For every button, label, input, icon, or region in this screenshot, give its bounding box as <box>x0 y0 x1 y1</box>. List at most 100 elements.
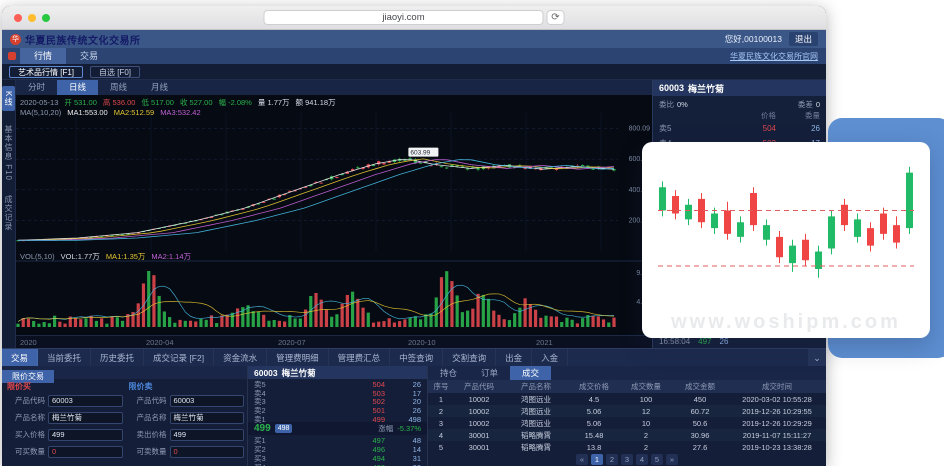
deals-column-header: 成交价格 <box>568 381 620 392</box>
bottom-tab[interactable]: 成交记录 [F2] <box>144 349 214 366</box>
ask-row[interactable]: 卖550426 <box>653 121 826 136</box>
weibi-row: 委比0% 委差0 <box>653 96 826 109</box>
nav-item[interactable]: 交易 <box>66 48 112 64</box>
bottom-tab[interactable]: 资金流水 <box>214 349 267 366</box>
mini-ask-row[interactable]: 卖550426 <box>248 379 427 388</box>
app-header: 华 华夏民族传统文化交易所 您好,00100013 退出 <box>2 30 826 48</box>
mini-ask-row[interactable]: 卖350220 <box>248 396 427 405</box>
avg-price-badge: 498 <box>275 424 293 433</box>
buy-form-input[interactable]: 梅兰竹菊 <box>48 412 123 424</box>
logout-button[interactable]: 退出 <box>789 32 818 46</box>
sell-form-input[interactable]: 梅兰竹菊 <box>170 412 245 424</box>
url-input[interactable]: jiaoyi.com <box>264 10 544 25</box>
bottom-tab[interactable]: 管理费汇总 <box>329 349 391 366</box>
current-price-row: 499 498 涨幅 -5.37% <box>248 422 427 435</box>
page-button[interactable]: 5 <box>651 454 663 465</box>
next-page-icon[interactable]: » <box>666 454 678 465</box>
screenshot-stage: jiaoyi.com ⟳ 华 华夏民族传统文化交易所 您好,00100013 退… <box>0 0 944 466</box>
table-row[interactable]: 530001韬略腾霄 13.8227.6 2019-10-23 13:38:28 <box>428 441 826 453</box>
sell-form-row: 可卖数量 0 <box>127 443 245 460</box>
kline-popup-card: www.woshipm.com <box>642 142 930 338</box>
buy-form-input[interactable]: 499 <box>48 429 123 441</box>
sell-form-input[interactable]: 499 <box>170 429 245 441</box>
bottom-tab[interactable]: 当前委托 <box>38 349 91 366</box>
product-name: 梅兰竹菊 <box>688 82 724 95</box>
sidebar-item[interactable]: 基本信息 F10 <box>3 125 14 181</box>
page-button[interactable]: 4 <box>636 454 648 465</box>
period-tab[interactable]: 分时 <box>16 80 57 95</box>
deals-tab[interactable]: 订单 <box>469 366 510 380</box>
refresh-icon[interactable]: ⟳ <box>547 10 565 25</box>
bottom-tab[interactable]: 中签查询 <box>390 349 443 366</box>
svg-text:603.99: 603.99 <box>410 150 430 157</box>
svg-text:800.09: 800.09 <box>629 126 651 133</box>
mini-ask-ladder: 卖550426 卖450317 卖350220 卖250126 <box>248 379 427 422</box>
buy-form-input[interactable]: 60003 <box>48 395 123 407</box>
page-button[interactable]: 3 <box>621 454 633 465</box>
page-button[interactable]: 2 <box>606 454 618 465</box>
bottom-tab[interactable]: 管理费明细 <box>267 349 329 366</box>
deals-tab[interactable]: 持仓 <box>428 366 469 380</box>
deals-tab[interactable]: 成交 <box>510 366 551 380</box>
sell-form-row: 卖出价格 499 <box>127 426 245 443</box>
buy-form-input[interactable]: 0 <box>48 446 123 458</box>
prev-page-icon[interactable]: « <box>576 454 588 465</box>
nav-item[interactable]: 行情 <box>20 48 66 64</box>
table-row[interactable]: 430001韬略腾霄 15.48230.96 2019-11-07 15:11:… <box>428 429 826 441</box>
mini-bid-row[interactable]: 买249614 <box>248 444 427 453</box>
bottom-tab[interactable]: 出金 <box>496 349 532 366</box>
browser-titlebar: jiaoyi.com ⟳ <box>2 6 826 30</box>
deals-column-header: 成交金额 <box>672 381 728 392</box>
subnav-button[interactable]: 艺术品行情 [F1] <box>9 66 83 78</box>
mini-bid-ladder: 买149748 买249614 买349431 买449320 <box>248 435 427 466</box>
limit-buy-header[interactable]: 限价买 <box>5 381 123 392</box>
exchange-logo-text: 华夏民族传统文化交易所 <box>25 32 141 47</box>
watermark-text: www.woshipm.com <box>642 311 930 334</box>
chevron-down-icon[interactable]: ⌄ <box>808 349 826 366</box>
ladder-column-headers: 价格 委量 <box>653 109 826 121</box>
bottom-tabs: 交易当前委托历史委托成交记录 [F2]资金流水管理费明细管理费汇总中签查询交割查… <box>2 349 568 366</box>
mini-ask-row[interactable]: 卖250126 <box>248 405 427 414</box>
sell-form-input[interactable]: 60003 <box>170 395 245 407</box>
deals-tabs: 持仓订单成交 <box>428 366 826 380</box>
mini-bid-row[interactable]: 买349431 <box>248 453 427 462</box>
period-tab[interactable]: 日线 <box>57 80 98 95</box>
limit-sell-header[interactable]: 限价卖 <box>127 381 245 392</box>
limit-sell-form: 限价卖 产品代码 60003 产品名称 梅 <box>127 381 245 460</box>
time-axis: 2020 2020-04 2020-07 2020-10 2021 <box>16 335 652 348</box>
mini-bid-row[interactable]: 买149748 <box>248 435 427 444</box>
period-tab[interactable]: 月线 <box>139 80 180 95</box>
period-tab[interactable]: 周线 <box>98 80 139 95</box>
mini-bid-row[interactable]: 买449320 <box>248 462 427 466</box>
close-window-icon[interactable] <box>14 14 22 22</box>
bottom-tab[interactable]: 交割查询 <box>443 349 496 366</box>
sidebar-item[interactable]: K线 <box>2 86 15 111</box>
ohlc-info-line: 2020-05-13开 531.00高 536.00低 517.00收 527.… <box>20 97 342 108</box>
subnav-buttons: 艺术品行情 [F1] 自选 [F0] <box>2 66 140 78</box>
mini-ask-row[interactable]: 卖450317 <box>248 388 427 397</box>
subnav-button[interactable]: 自选 [F0] <box>90 66 140 78</box>
page-button[interactable]: 1 <box>591 454 603 465</box>
official-site-link[interactable]: 华夏民族文化交易所官网 <box>730 51 818 62</box>
sell-form-input[interactable]: 0 <box>170 446 245 458</box>
bottom-tab[interactable]: 交易 <box>2 349 38 366</box>
buy-form-row: 产品名称 梅兰竹菊 <box>5 409 123 426</box>
bottom-tab[interactable]: 历史委托 <box>91 349 144 366</box>
table-row[interactable]: 110002鸿图远业 4.5100450 2020-03-02 10:55:28 <box>428 393 826 405</box>
zoom-window-icon[interactable] <box>42 14 50 22</box>
exchange-logo-icon: 华 <box>10 34 21 45</box>
main-navbar: 行情交易 华夏民族文化交易所官网 <box>2 48 826 64</box>
bottom-tab[interactable]: 入金 <box>532 349 568 366</box>
sidebar-item[interactable]: 成交记录 <box>3 195 14 231</box>
bottom-panels: 限价交易 限价买 产品代码 60003 <box>2 366 826 466</box>
table-row[interactable]: 210002鸿图远业 5.061260.72 2019-12-26 10:29:… <box>428 405 826 417</box>
popup-kline-svg <box>656 158 916 304</box>
change-percent: -5.37% <box>397 424 421 433</box>
table-row[interactable]: 310002鸿图远业 5.061050.6 2019-12-26 10:29:2… <box>428 417 826 429</box>
product-code: 60003 <box>659 83 684 93</box>
mini-ask-row[interactable]: 卖1499498 <box>248 414 427 423</box>
deals-table-header: 序号产品代码产品名称成交价格成交数量成交金额成交时间 <box>428 380 826 393</box>
kline-chart-area[interactable]: 2020-05-13开 531.00高 536.00低 517.00收 527.… <box>16 95 652 335</box>
minimize-window-icon[interactable] <box>28 14 36 22</box>
mini-quote-panel: 60003梅兰竹菊 卖550426 卖450317 卖350220 <box>248 366 428 466</box>
